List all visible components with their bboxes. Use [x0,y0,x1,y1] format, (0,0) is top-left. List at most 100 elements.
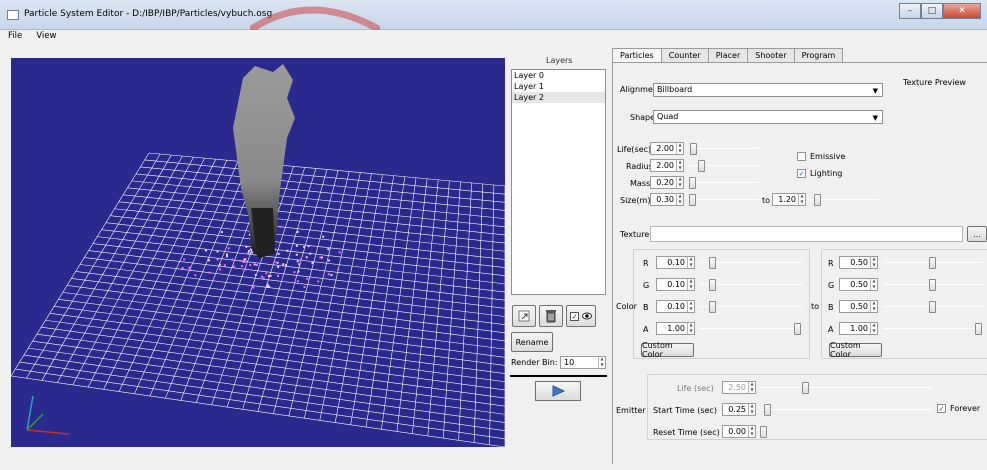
color-to-b-slider[interactable] [883,301,983,313]
tab-shooter[interactable]: Shooter [747,48,795,63]
color-from-r-slider[interactable] [699,257,803,269]
life-spinbox[interactable]: 2.00 ▲ ▼ [650,142,684,155]
size-to-slider[interactable] [810,194,878,206]
spark-particle [231,258,234,261]
color-from-r-spinbox[interactable]: 0.10 ▲ ▼ [656,256,695,269]
emitter-life-spinbox[interactable]: 2.50 ▲ ▼ [722,381,756,394]
grid-line [75,271,505,325]
spark-particle [309,252,312,255]
spark-particle [220,231,223,234]
browse-texture-button[interactable]: ... [967,226,987,242]
lighting-checkbox[interactable]: ✓ Lighting [797,169,842,178]
delete-layer-button[interactable] [539,305,563,327]
spark-particle [223,264,226,267]
spark-particle [255,264,258,267]
color-to-a-spinbox[interactable]: 1.00 ▲ ▼ [839,322,878,335]
spark-particle [227,247,230,250]
chevron-down-icon: ▼ [872,114,878,122]
shape-label: Shape [630,113,656,122]
spark-particle [249,248,252,251]
color-from-g-spinbox[interactable]: 0.10 ▲ ▼ [656,278,695,291]
forever-box[interactable]: ✓ [937,404,946,413]
rename-button[interactable]: Rename [511,332,553,352]
radius-spinbox[interactable]: 2.00 ▲ ▼ [650,159,684,172]
menu-file[interactable]: File [8,31,22,41]
mass-spinbox[interactable]: 0.20 ▲ ▼ [650,176,684,189]
size-from-spinbox[interactable]: 0.30 ▲ ▼ [650,193,684,206]
color-to-b-spinbox[interactable]: 0.50 ▲ ▼ [839,300,878,313]
color-to-g-slider[interactable] [883,279,983,291]
color-from-a-spinbox[interactable]: 1.00 ▲ ▼ [656,322,695,335]
spark-particle [296,280,299,283]
color-from-a-slider[interactable] [699,323,803,335]
layer-visibility-toggle[interactable]: ✓ [566,305,596,327]
color-from-b-slider[interactable] [699,301,803,313]
color-from-g-slider[interactable] [699,279,803,291]
menu-view[interactable]: View [36,31,56,41]
maximize-icon[interactable]: □ [921,3,943,19]
size-from-slider[interactable] [688,194,758,206]
close-icon[interactable]: ✕ [943,3,981,19]
forever-checkbox[interactable]: ✓ Forever [937,404,980,413]
size-to-spinbox[interactable]: 1.20 ▲ ▼ [772,193,806,206]
emissive-box[interactable] [797,152,806,161]
layer-item-selected[interactable]: Layer 2 [512,92,605,103]
grid-line [45,319,505,383]
mass-slider[interactable] [688,177,758,189]
tab-program[interactable]: Program [793,48,844,63]
separator-line [510,375,607,377]
color-to-g-spinbox[interactable]: 0.50 ▲ ▼ [839,278,878,291]
spark-particle [295,244,298,247]
emissive-checkbox[interactable]: Emissive [797,152,845,161]
grid-line [11,375,505,447]
life-slider[interactable] [688,143,758,155]
spark-particle [327,259,330,262]
spark-particle [319,256,322,259]
color-to-a-slider[interactable] [883,323,983,335]
lighting-box[interactable]: ✓ [797,169,806,178]
tab-placer[interactable]: Placer [707,48,749,63]
radius-slider[interactable] [688,160,758,172]
emitter-life-slider[interactable] [760,382,932,394]
spark-particle [250,251,253,254]
emitter-life-label: Life (sec) [677,384,714,393]
tab-counter[interactable]: Counter [660,48,709,63]
add-layer-button[interactable] [512,305,536,327]
spark-particle [243,258,246,261]
spark-particle [267,275,270,278]
3d-viewport[interactable] [11,58,505,447]
layer-list[interactable]: Layer 0 Layer 1 Layer 2 [511,69,606,295]
minimize-icon[interactable]: – [899,3,921,19]
spark-particle [306,277,309,280]
layer-item[interactable]: Layer 1 [512,81,605,92]
texture-input[interactable] [650,226,963,242]
size-to-value: 1.20 [778,195,796,204]
color-to-label: to [811,302,820,311]
custom-color-to-button[interactable]: Custom Color [829,341,882,359]
color-to-r-label: R [828,259,834,268]
shape-select[interactable]: Quad ▼ [653,110,883,124]
life-label: Life(sec) [617,145,652,154]
radius-value: 2.00 [656,161,674,170]
reset-time-spinbox[interactable]: 0.00 ▲ ▼ [722,425,756,438]
visibility-checkbox[interactable]: ✓ [570,311,579,321]
spark-particle [295,253,298,256]
color-to-r-slider[interactable] [883,257,983,269]
reset-time-slider[interactable] [760,426,768,438]
add-layer-icon [518,310,530,322]
color-to-r-spinbox[interactable]: 0.50 ▲ ▼ [839,256,878,269]
spark-particle [305,256,308,259]
custom-color-from-button[interactable]: Custom Color [641,341,694,359]
emitter-life-value: 2.50 [728,383,746,392]
spark-particle [303,246,306,249]
layer-item[interactable]: Layer 0 [512,70,605,81]
shape-value: Quad [657,112,679,121]
spark-particle [254,273,257,276]
start-time-slider[interactable] [760,404,932,416]
play-button[interactable] [535,381,581,401]
render-bin-spinbox[interactable]: 10 ▲ ▼ [560,356,606,369]
alignment-select[interactable]: Billboard ▼ [653,83,883,97]
start-time-spinbox[interactable]: 0.25 ▲ ▼ [722,403,756,416]
spark-particle [276,261,279,264]
color-from-b-spinbox[interactable]: 0.10 ▲ ▼ [656,300,695,313]
